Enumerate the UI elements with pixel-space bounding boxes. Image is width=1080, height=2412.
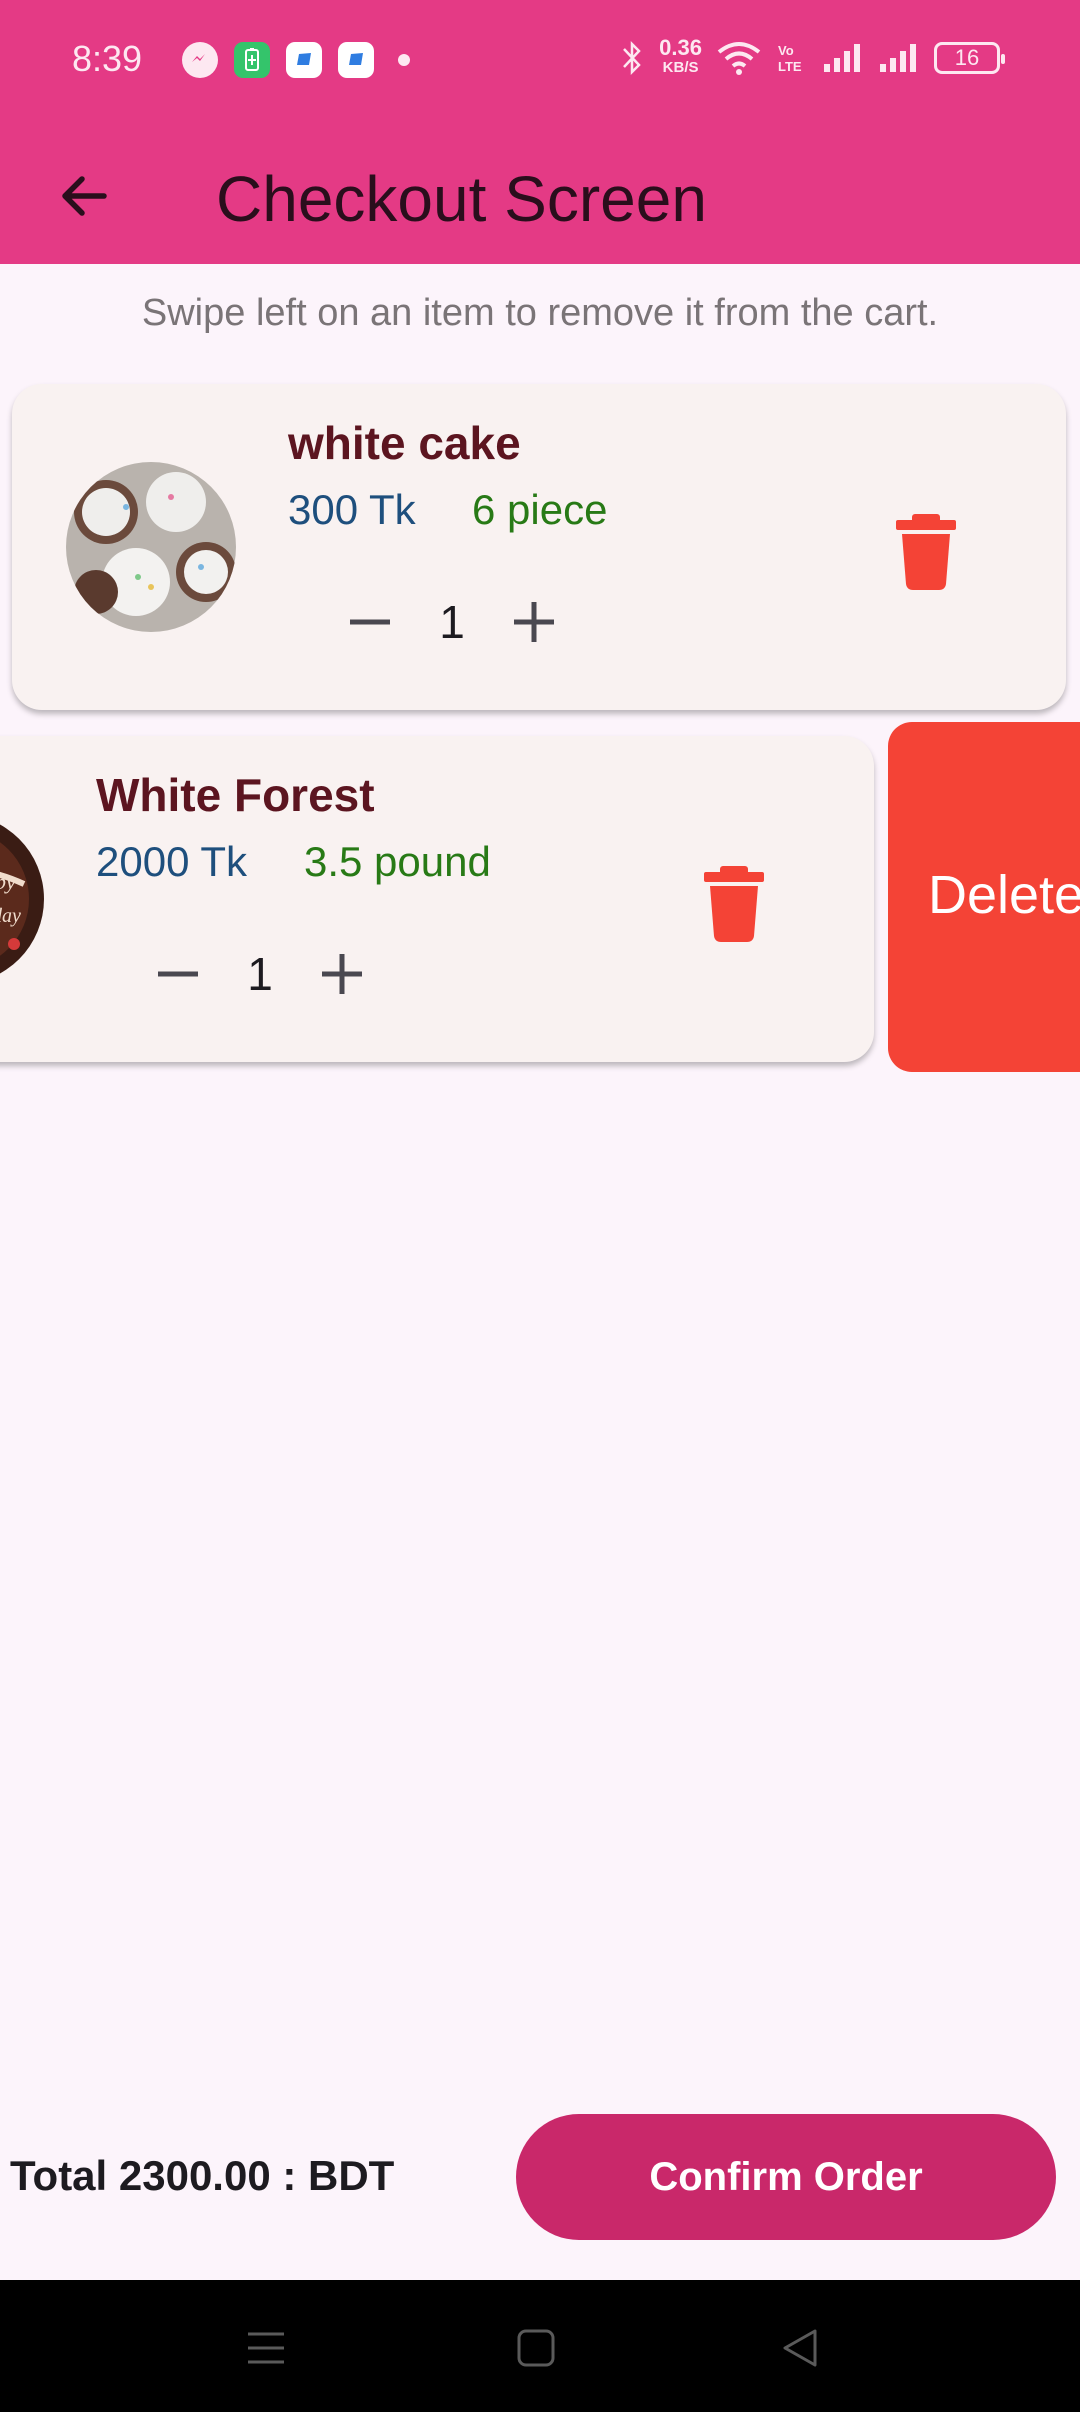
item-size: 6 piece (472, 486, 608, 533)
notification-icons (182, 42, 410, 78)
network-speed: 0.36 KB/S (659, 35, 702, 78)
swipe-hint: Swipe left on an item to remove it from … (141, 292, 939, 334)
item-size: 3.5 pound (304, 838, 491, 885)
cart-item-card[interactable]: white cake 300 Tk 6 piece 1 (12, 384, 1066, 710)
plus-icon (514, 602, 554, 642)
svg-text:day: day (0, 905, 21, 927)
system-navigation-bar (0, 2280, 1080, 2412)
home-button[interactable] (496, 2308, 576, 2388)
system-icons: 0.36 KB/S Vo LTE 16 (619, 35, 1005, 78)
svg-text:ppy: ppy (0, 869, 16, 894)
app-notification-icon (286, 42, 322, 78)
bluetooth-icon (623, 40, 641, 76)
messenger-icon (182, 42, 218, 78)
delete-item-button[interactable] (890, 512, 962, 592)
item-price: 300 Tk (288, 486, 416, 533)
trash-icon (896, 514, 956, 590)
arrow-back-icon (62, 176, 107, 216)
quantity-stepper: 1 (136, 932, 384, 1016)
item-name: white cake (288, 417, 521, 469)
status-bar: 8:39 0.36 KB/S Vo LTE 16 (0, 0, 1080, 120)
increase-quantity-button[interactable] (300, 932, 384, 1016)
recent-apps-button[interactable] (226, 2308, 306, 2388)
back-nav-button[interactable] (760, 2308, 840, 2388)
confirm-order-button[interactable]: Confirm Order (516, 2114, 1056, 2240)
item-image: ppy day (0, 814, 44, 984)
battery-saver-icon (234, 42, 270, 78)
checkout-app: 8:39 0.36 KB/S Vo LTE 16 Checkout Screen… (0, 0, 1080, 2412)
minus-icon (158, 971, 198, 977)
item-name: White Forest (96, 769, 375, 821)
item-image (66, 462, 236, 632)
volte-icon: VoLTE (778, 43, 802, 74)
menu-icon (248, 2332, 284, 2364)
decrease-quantity-button[interactable] (328, 580, 412, 664)
signal-icon-2 (880, 44, 916, 72)
swipe-delete-background[interactable]: Delete (888, 722, 1080, 1072)
trash-icon (704, 866, 764, 942)
app-notification-icon-2 (338, 42, 374, 78)
battery-level: 16 (954, 45, 980, 70)
app-bar: Checkout Screen (0, 120, 1080, 264)
battery-indicator: 16 (934, 42, 1005, 74)
back-triangle-icon (783, 2329, 817, 2367)
delete-item-button[interactable] (698, 864, 770, 944)
minus-icon (350, 619, 390, 625)
signal-icon-1 (824, 44, 860, 72)
svg-text:LTE: LTE (778, 59, 802, 74)
status-time: 8:39 (72, 38, 143, 79)
decrease-quantity-button[interactable] (136, 932, 220, 1016)
quantity-value: 1 (439, 596, 465, 648)
plus-icon (322, 954, 362, 994)
delete-label: Delete (928, 865, 1080, 925)
quantity-stepper: 1 (328, 580, 576, 664)
network-speed-value: 0.36 (659, 35, 702, 60)
network-speed-unit: KB/S (662, 59, 699, 76)
wifi-icon (717, 42, 761, 75)
increase-quantity-button[interactable] (492, 580, 576, 664)
cart-item-card-swiped[interactable]: ppy day White Forest 2000 Tk 3.5 pound 1 (0, 736, 874, 1062)
order-total: Total 2300.00 : BDT (10, 2152, 395, 2199)
item-price: 2000 Tk (96, 838, 247, 885)
more-notifications-dot (398, 54, 410, 66)
page-title: Checkout Screen (216, 163, 707, 235)
back-button[interactable] (40, 152, 128, 240)
home-square-icon (517, 2329, 555, 2367)
svg-text:Vo: Vo (778, 43, 794, 58)
quantity-value: 1 (247, 948, 273, 1000)
